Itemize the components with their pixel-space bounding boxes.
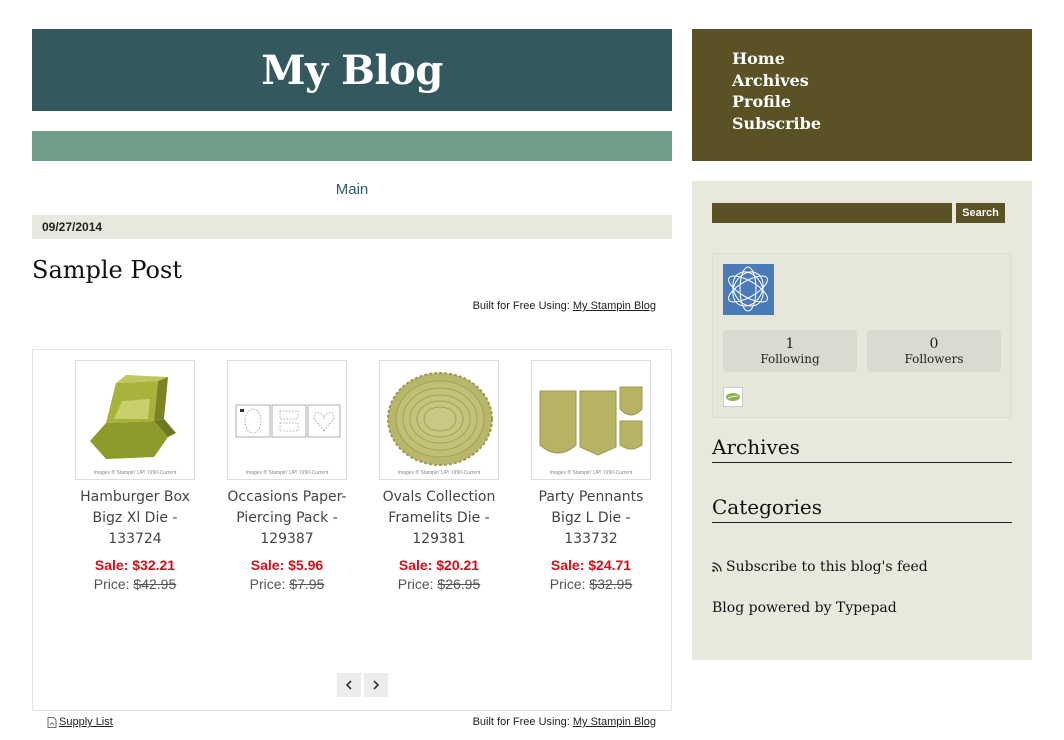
powered-by[interactable]: Blog powered by Typepad <box>712 600 897 616</box>
search-button[interactable]: Search <box>956 203 1005 223</box>
product-card[interactable]: Images ® Stampin' UP! 1990-Current Ovals… <box>369 360 509 592</box>
built-for-notice: Built for Free Using: My Stampin Blog <box>473 300 656 312</box>
sale-price: Sale: $32.21 <box>94 557 176 573</box>
profile-card: 1 Following 0 Followers <box>712 253 1012 418</box>
top-nav: Home Archives Profile Subscribe <box>692 29 1032 161</box>
price-label: Price: <box>93 576 130 592</box>
followers-count: 0 <box>929 336 939 352</box>
ovals-framelits-image[interactable]: Images ® Stampin' UP! 1990-Current <box>379 360 499 480</box>
archives-heading: Archives <box>712 435 1012 463</box>
original-price: $26.95 <box>437 576 481 592</box>
my-stampin-blog-link[interactable]: My Stampin Blog <box>573 716 656 728</box>
followers-stat[interactable]: 0 Followers <box>867 330 1001 372</box>
following-stat[interactable]: 1 Following <box>723 330 857 372</box>
product-name[interactable]: Hamburger Box Bigz Xl Die - 133724 <box>65 487 205 550</box>
followers-label: Followers <box>904 352 964 366</box>
carousel-prev-button[interactable] <box>337 673 361 697</box>
blog-title[interactable]: My Blog <box>261 47 443 94</box>
price-label: Price: <box>397 576 434 592</box>
main-link[interactable]: Main <box>32 181 672 198</box>
original-price: $42.95 <box>133 576 177 592</box>
categories-heading: Categories <box>712 495 1012 523</box>
pdf-file-icon <box>47 716 57 728</box>
price-label: Price: <box>549 576 586 592</box>
built-for-notice-bottom: Built for Free Using: My Stampin Blog <box>473 716 656 728</box>
avatar[interactable] <box>723 264 774 315</box>
party-pennants-die-image[interactable]: Images ® Stampin' UP! 1990-Current <box>531 360 651 480</box>
subscribe-feed-label: Subscribe to this blog's feed <box>726 559 928 575</box>
post-title[interactable]: Sample Post <box>32 256 182 284</box>
follower-avatar[interactable] <box>723 387 743 407</box>
regular-price: Price: $26.95 <box>369 576 509 592</box>
nav-profile-link[interactable]: Profile <box>732 91 992 113</box>
regular-price: Price: $32.95 <box>521 576 661 592</box>
built-for-label: Built for Free Using: <box>472 300 570 312</box>
sale-price: Sale: $24.71 <box>550 557 632 573</box>
nav-subscribe-link[interactable]: Subscribe <box>732 113 992 135</box>
product-name[interactable]: Ovals Collection Framelits Die - 129381 <box>369 487 509 550</box>
original-price: $7.95 <box>289 576 325 592</box>
blog-header: My Blog <box>32 29 672 111</box>
sale-price: Sale: $20.21 <box>398 557 480 573</box>
paper-piercing-pack-image[interactable]: Images ® Stampin' UP! 1990-Current <box>227 360 347 480</box>
product-name[interactable]: Occasions Paper-Piercing Pack - 129387 <box>217 487 357 550</box>
subscribe-feed-link[interactable]: Subscribe to this blog's feed <box>712 559 928 575</box>
product-card[interactable]: Images ® Stampin' UP! 1990-Current Occas… <box>217 360 357 592</box>
sidebar: Search 1 Following 0 Followers Archives … <box>692 181 1032 660</box>
nav-archives-link[interactable]: Archives <box>732 70 992 92</box>
following-count: 1 <box>785 336 795 352</box>
regular-price: Price: $7.95 <box>217 576 357 592</box>
leaf-icon <box>726 393 740 401</box>
sale-price: Sale: $5.96 <box>250 557 324 573</box>
header-accent-bar <box>32 131 672 161</box>
following-label: Following <box>760 352 820 366</box>
carousel-next-button[interactable] <box>364 673 388 697</box>
product-card[interactable]: Images ® Stampin' UP! 1990-Current Hambu… <box>65 360 205 592</box>
regular-price: Price: $42.95 <box>65 576 205 592</box>
product-card[interactable]: Images ® Stampin' UP! 1990-Current Party… <box>521 360 661 592</box>
original-price: $32.95 <box>589 576 633 592</box>
chevron-right-icon <box>373 680 380 690</box>
product-name[interactable]: Party Pennants Bigz L Die - 133732 <box>521 487 661 550</box>
search-input[interactable] <box>712 203 952 223</box>
chevron-left-icon <box>345 680 352 690</box>
post-date: 09/27/2014 <box>32 215 672 239</box>
rss-icon <box>712 562 722 572</box>
product-carousel: Images ® Stampin' UP! 1990-Current Hambu… <box>32 349 672 711</box>
my-stampin-blog-link[interactable]: My Stampin Blog <box>573 300 656 312</box>
hamburger-box-die-image[interactable]: Images ® Stampin' UP! 1990-Current <box>75 360 195 480</box>
built-for-label: Built for Free Using: <box>472 716 570 728</box>
supply-list-link[interactable]: Supply List <box>59 716 113 728</box>
nav-home-link[interactable]: Home <box>732 48 992 70</box>
price-label: Price: <box>249 576 286 592</box>
supply-list: Supply List <box>47 716 113 728</box>
